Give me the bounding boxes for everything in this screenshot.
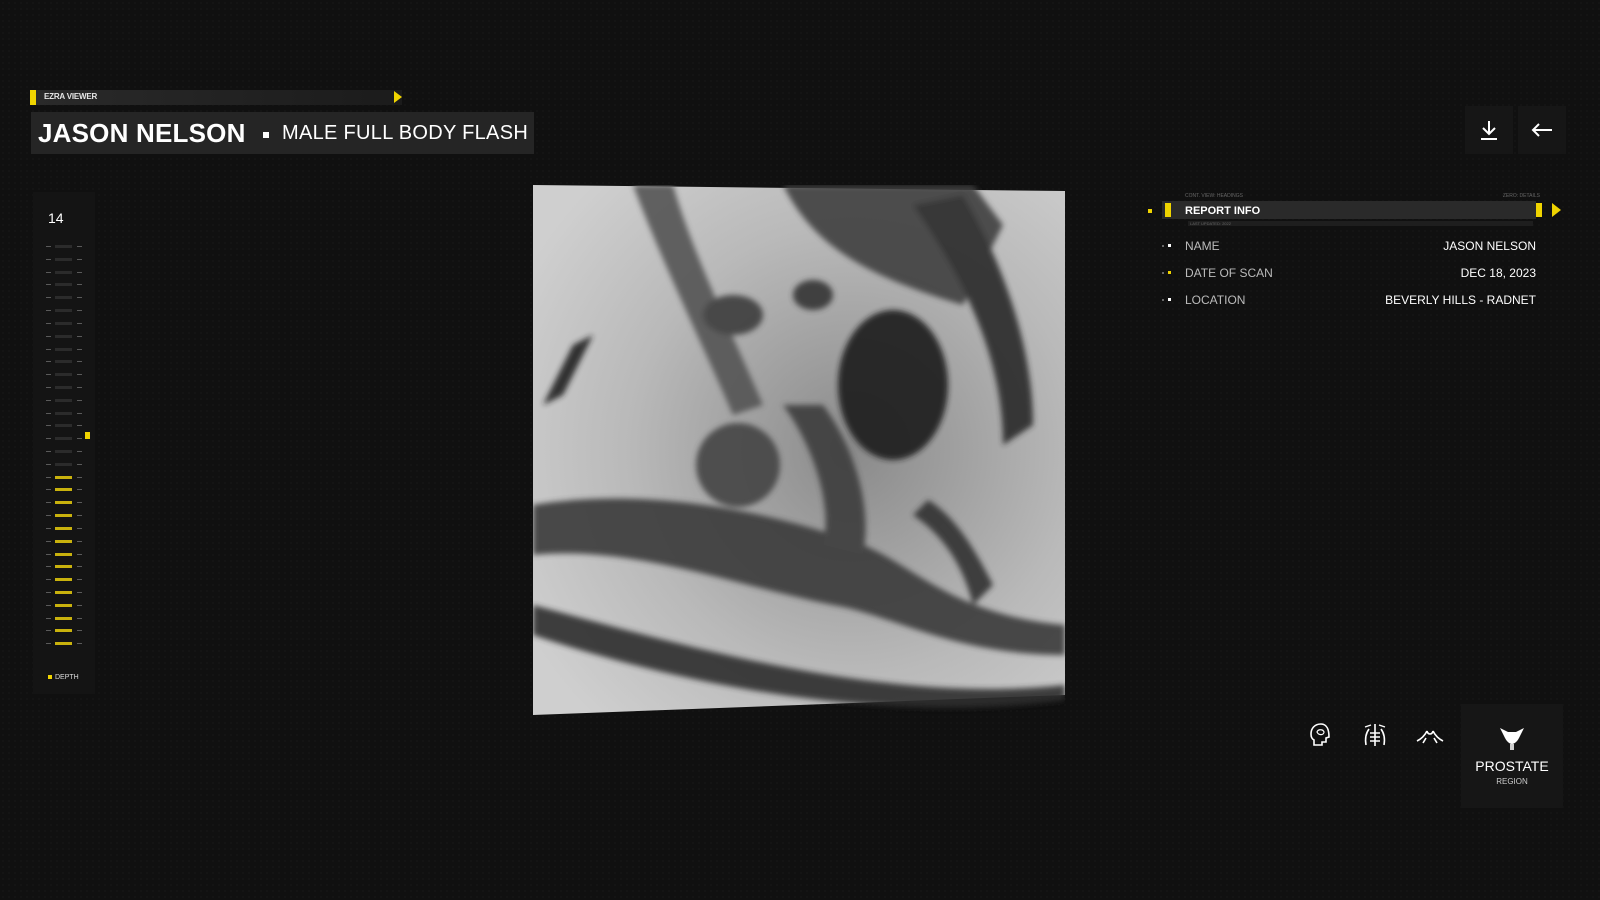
report-header-accent-left: [1165, 203, 1171, 217]
depth-tick: [44, 552, 84, 556]
report-row-location: LOCATION BEVERLY HILLS - RADNET: [1162, 291, 1536, 311]
download-icon: [1481, 121, 1497, 140]
report-row-label: DATE OF SCAN: [1185, 266, 1273, 280]
depth-tick: [44, 514, 84, 518]
report-row-value: DEC 18, 2023: [1460, 266, 1536, 280]
title-separator: [263, 132, 269, 138]
report-subtitle: LAST UPDATED: 2022: [1190, 221, 1231, 226]
depth-tick: [44, 296, 84, 300]
depth-tick: [44, 245, 84, 248]
app-name: EZRA VIEWER: [44, 92, 98, 101]
depth-tick: [44, 565, 84, 569]
depth-tick: [44, 578, 84, 582]
report-row-label: LOCATION: [1185, 293, 1246, 307]
depth-tick: [44, 475, 84, 479]
report-title: REPORT INFO: [1185, 205, 1261, 217]
page-title: JASON NELSON MALE FULL BODY FLASH: [31, 112, 534, 154]
head-icon: [1310, 723, 1330, 746]
region-sublabel: REGION: [1496, 777, 1528, 786]
chest-icon: [1364, 724, 1386, 746]
depth-tick: [44, 385, 84, 389]
report-subtitle-bar: [1188, 221, 1533, 226]
mri-scan-image[interactable]: [533, 185, 1065, 715]
arrow-left-icon: [1531, 123, 1552, 137]
report-row-label: NAME: [1185, 239, 1220, 253]
depth-tick: [44, 360, 84, 364]
prostate-icon: [1500, 728, 1524, 750]
depth-tick: [44, 642, 84, 646]
depth-tick: [44, 590, 84, 594]
depth-slider-handle[interactable]: [85, 432, 90, 439]
report-row-value: BEVERLY HILLS - RADNET: [1385, 293, 1536, 307]
depth-tick: [44, 398, 84, 402]
region-prostate-selected[interactable]: PROSTATE REGION: [1461, 704, 1563, 808]
depth-value: 14: [48, 210, 64, 226]
region-abdomen-button[interactable]: [1408, 713, 1452, 757]
report-dot: [1148, 209, 1152, 213]
app-tag-arrow-icon: [394, 91, 402, 103]
download-button[interactable]: [1465, 106, 1513, 154]
region-head-button[interactable]: [1299, 713, 1343, 757]
depth-tick: [44, 501, 84, 505]
patient-name: JASON NELSON: [38, 118, 246, 148]
depth-tick: [44, 321, 84, 325]
depth-tick: [44, 488, 84, 492]
depth-tick: [44, 309, 84, 313]
app-tag-accent: [30, 90, 36, 105]
report-row-name: NAME JASON NELSON: [1162, 237, 1536, 257]
region-chest-button[interactable]: [1353, 713, 1397, 757]
app-tag: EZRA VIEWER: [30, 90, 402, 105]
depth-ticks: [44, 245, 84, 655]
report-header-accent-right: [1536, 203, 1542, 217]
depth-tick: [44, 257, 84, 261]
depth-tick: [44, 539, 84, 543]
depth-tick: [44, 603, 84, 607]
back-button[interactable]: [1518, 106, 1566, 154]
depth-tick: [44, 526, 84, 530]
region-label: PROSTATE: [1475, 758, 1549, 774]
depth-tick: [44, 450, 84, 453]
report-row-value: JASON NELSON: [1443, 239, 1536, 253]
abdomen-icon: [1416, 730, 1444, 744]
depth-slider[interactable]: 14 DEPTH: [33, 192, 95, 694]
report-caption-right: ZERO: DETAILS: [1502, 193, 1540, 199]
depth-tick: [44, 437, 84, 441]
depth-tick: [44, 411, 84, 415]
depth-tick: [44, 334, 84, 338]
depth-tick: [44, 629, 84, 633]
depth-tick: [44, 347, 84, 351]
report-row-date: DATE OF SCAN DEC 18, 2023: [1162, 264, 1536, 284]
scan-type: MALE FULL BODY FLASH: [282, 122, 529, 144]
report-expand-arrow-icon[interactable]: [1552, 203, 1561, 217]
report-caption-left: CONT. VIEW: HEADINGS: [1185, 193, 1243, 199]
depth-label: DEPTH: [48, 674, 79, 681]
depth-tick: [44, 616, 84, 620]
depth-tick: [44, 270, 84, 274]
depth-tick: [44, 283, 84, 287]
depth-tick: [44, 462, 84, 466]
depth-tick: [44, 373, 84, 377]
depth-tick: [44, 424, 84, 428]
